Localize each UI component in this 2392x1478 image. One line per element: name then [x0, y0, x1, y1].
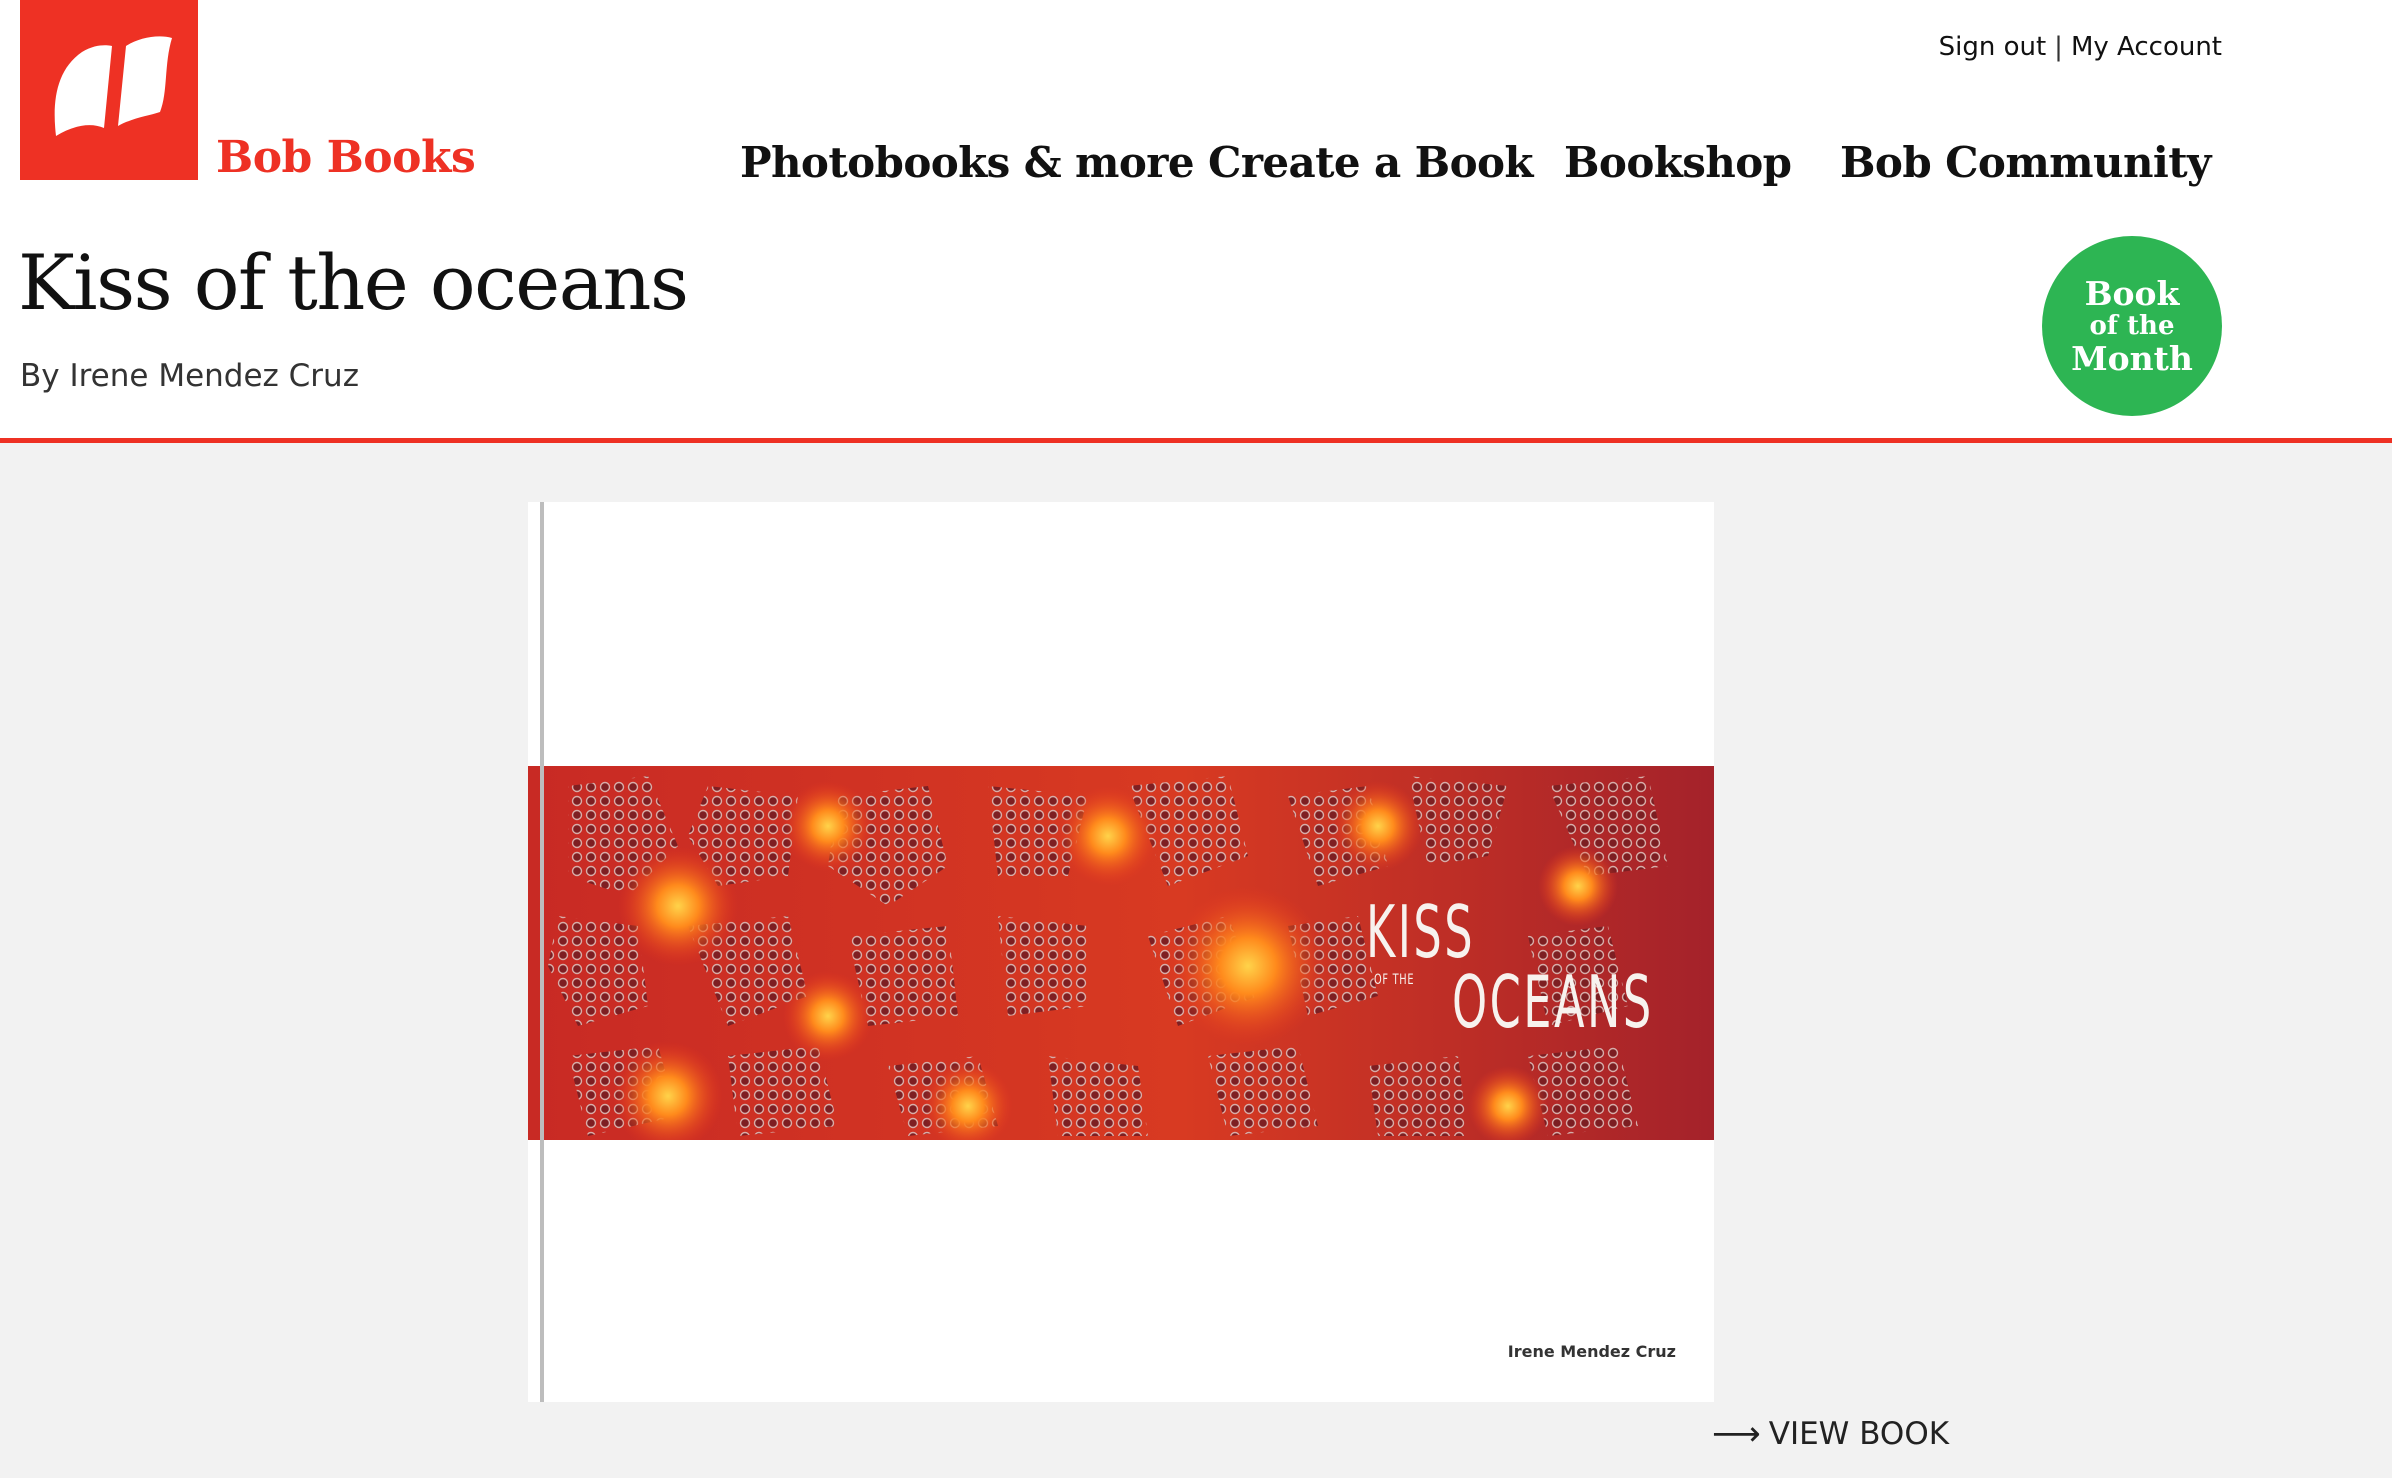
author-byline: By Irene Mendez Cruz [20, 358, 359, 394]
book-cover[interactable]: KISS OF THE OCEANS Irene Mendez Cruz [528, 502, 1714, 1402]
nav-create-book[interactable]: Create a Book [1208, 138, 1534, 187]
sign-out-link[interactable]: Sign out [1939, 32, 2047, 62]
cover-image [528, 766, 1714, 1140]
book-of-the-month-badge: Book of the Month [2042, 236, 2222, 416]
my-account-link[interactable]: My Account [2071, 32, 2222, 62]
page-title: Kiss of the oceans [18, 238, 689, 327]
view-book-link[interactable]: ⟶ VIEW BOOK [1712, 1414, 1949, 1454]
badge-line-2: of the [2089, 311, 2175, 341]
cover-title-of-the: OF THE [1374, 972, 1415, 988]
open-book-icon [54, 36, 172, 136]
view-book-label: VIEW BOOK [1768, 1416, 1950, 1452]
nav-photobooks[interactable]: Photobooks & more [740, 138, 1195, 187]
badge-line-3: Month [2071, 339, 2193, 378]
arrow-right-icon: ⟶ [1712, 1414, 1761, 1454]
cover-author: Irene Mendez Cruz [1507, 1342, 1676, 1361]
account-links: Sign out | My Account [1939, 32, 2222, 62]
separator: | [2054, 32, 2063, 62]
book-spine [540, 502, 544, 1402]
cover-title-oceans: OCEANS [1452, 960, 1654, 1044]
main-nav: Photobooks & more Create a Book Bookshop… [0, 138, 2392, 198]
nav-bob-community[interactable]: Bob Community [1840, 138, 2211, 187]
nav-bookshop[interactable]: Bookshop [1564, 138, 1792, 187]
badge-line-1: Book [2084, 274, 2180, 313]
